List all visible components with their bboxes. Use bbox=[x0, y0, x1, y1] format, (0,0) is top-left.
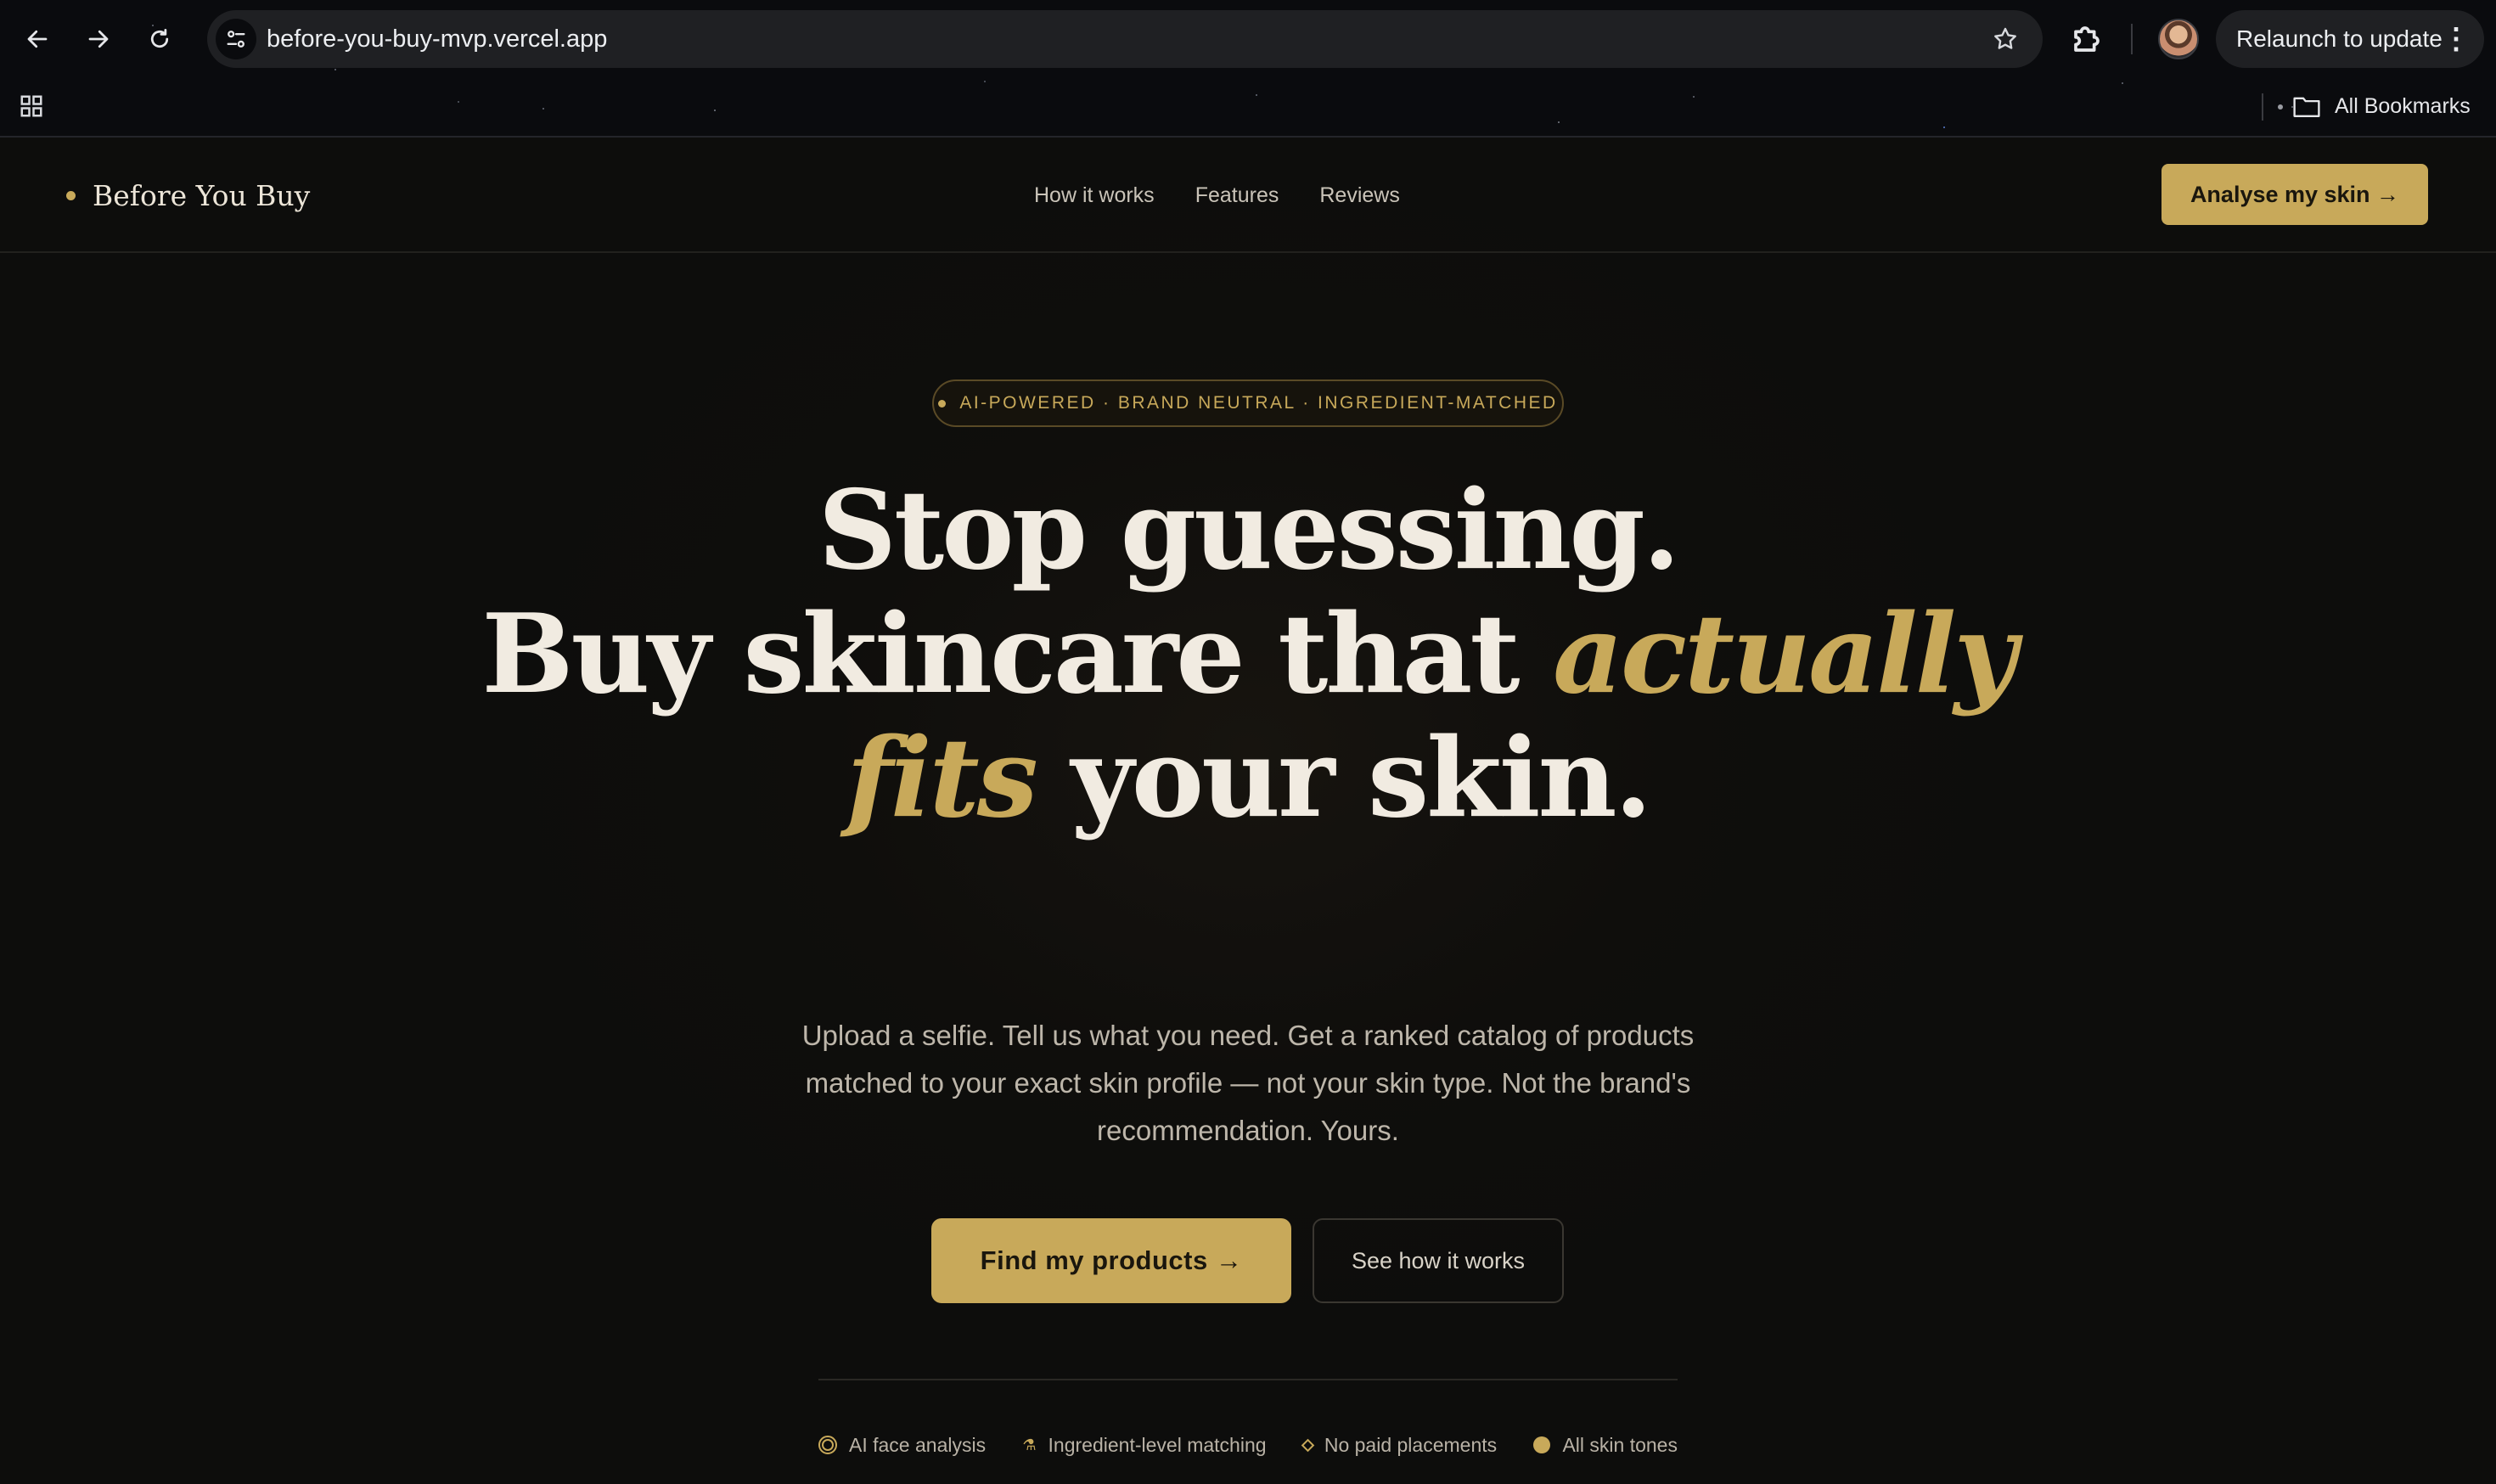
headline-accent-actually: actually bbox=[1553, 591, 2017, 718]
bookmark-dot bbox=[2278, 104, 2283, 110]
toolbar-divider bbox=[2131, 24, 2133, 54]
find-products-button[interactable]: Find my products → bbox=[931, 1218, 1291, 1303]
feature-label: AI face analysis bbox=[849, 1433, 987, 1456]
apps-grid-icon[interactable] bbox=[19, 93, 44, 119]
nav-link-reviews[interactable]: Reviews bbox=[1319, 183, 1399, 208]
relaunch-button[interactable]: Relaunch to update ⋮ bbox=[2216, 10, 2484, 68]
all-bookmarks-link[interactable]: All Bookmarks bbox=[2335, 92, 2471, 121]
bookmark-star-icon[interactable] bbox=[1985, 19, 2026, 59]
browser-chrome: before-you-buy-mvp.vercel.app Relaunch t… bbox=[0, 0, 2496, 138]
hero-badge-text: AI-POWERED · BRAND NEUTRAL · INGREDIENT-… bbox=[959, 393, 1558, 413]
profile-avatar[interactable] bbox=[2158, 19, 2199, 59]
section-divider bbox=[818, 1379, 1678, 1380]
relaunch-label: Relaunch to update bbox=[2236, 25, 2443, 52]
nav-links: How it works Features Reviews bbox=[1034, 175, 1441, 216]
headline-accent-fits: fits bbox=[846, 715, 1038, 842]
feature-item: No paid placements bbox=[1301, 1433, 1498, 1457]
more-menu-icon[interactable]: ⋮ bbox=[2442, 10, 2471, 68]
hero-badge: AI-POWERED · BRAND NEUTRAL · INGREDIENT-… bbox=[932, 379, 1564, 427]
headline-line-1: Stop guessing. bbox=[818, 467, 1681, 594]
forward-icon[interactable] bbox=[76, 17, 121, 61]
brand-logo[interactable]: Before You Buy bbox=[66, 175, 310, 216]
badge-dot-icon bbox=[938, 399, 947, 408]
face-ring-icon bbox=[818, 1436, 837, 1454]
feature-label: No paid placements bbox=[1324, 1433, 1498, 1456]
landing-page: Before You Buy How it works Features Rev… bbox=[0, 138, 2496, 1484]
nav-link-features[interactable]: Features bbox=[1195, 183, 1279, 208]
headline-line-3: your skin. bbox=[1035, 715, 1652, 842]
reload-icon[interactable] bbox=[138, 17, 182, 61]
nav-link-how-it-works[interactable]: How it works bbox=[1034, 183, 1155, 208]
extensions-icon[interactable] bbox=[2065, 17, 2109, 61]
filled-dot-icon bbox=[1533, 1436, 1551, 1453]
bookmarks-separator bbox=[2262, 93, 2263, 121]
brand-name: Before You Buy bbox=[93, 178, 311, 212]
headline-line-2: Buy skincare that bbox=[481, 591, 1554, 718]
flask-icon: ⚗ bbox=[1022, 1436, 1037, 1453]
hero-headline: Stop guessing. Buy skincare that actuall… bbox=[340, 469, 2156, 840]
diamond-icon bbox=[1301, 1438, 1315, 1452]
hero-subtext: Upload a selfie. Tell us what you need. … bbox=[801, 1020, 1695, 1146]
see-how-it-works-button[interactable]: See how it works bbox=[1313, 1218, 1564, 1303]
analyse-skin-button[interactable]: Analyse my skin → bbox=[2162, 164, 2428, 225]
feature-item: ⚗ Ingredient-level matching bbox=[1022, 1434, 1266, 1457]
address-bar[interactable]: before-you-buy-mvp.vercel.app bbox=[207, 10, 2043, 68]
site-info-icon[interactable] bbox=[216, 19, 256, 59]
brand-dot-icon bbox=[66, 190, 76, 200]
url-text[interactable]: before-you-buy-mvp.vercel.app bbox=[267, 10, 607, 68]
feature-item: AI face analysis bbox=[818, 1434, 986, 1457]
back-icon[interactable] bbox=[15, 17, 59, 61]
feature-label: Ingredient-level matching bbox=[1048, 1433, 1267, 1456]
feature-label: All skin tones bbox=[1562, 1433, 1678, 1456]
feature-item: All skin tones bbox=[1533, 1434, 1678, 1457]
feature-list: AI face analysis ⚗ Ingredient-level matc… bbox=[818, 1428, 1678, 1462]
site-header: Before You Buy How it works Features Rev… bbox=[0, 138, 2496, 253]
folder-icon[interactable] bbox=[2292, 93, 2321, 119]
